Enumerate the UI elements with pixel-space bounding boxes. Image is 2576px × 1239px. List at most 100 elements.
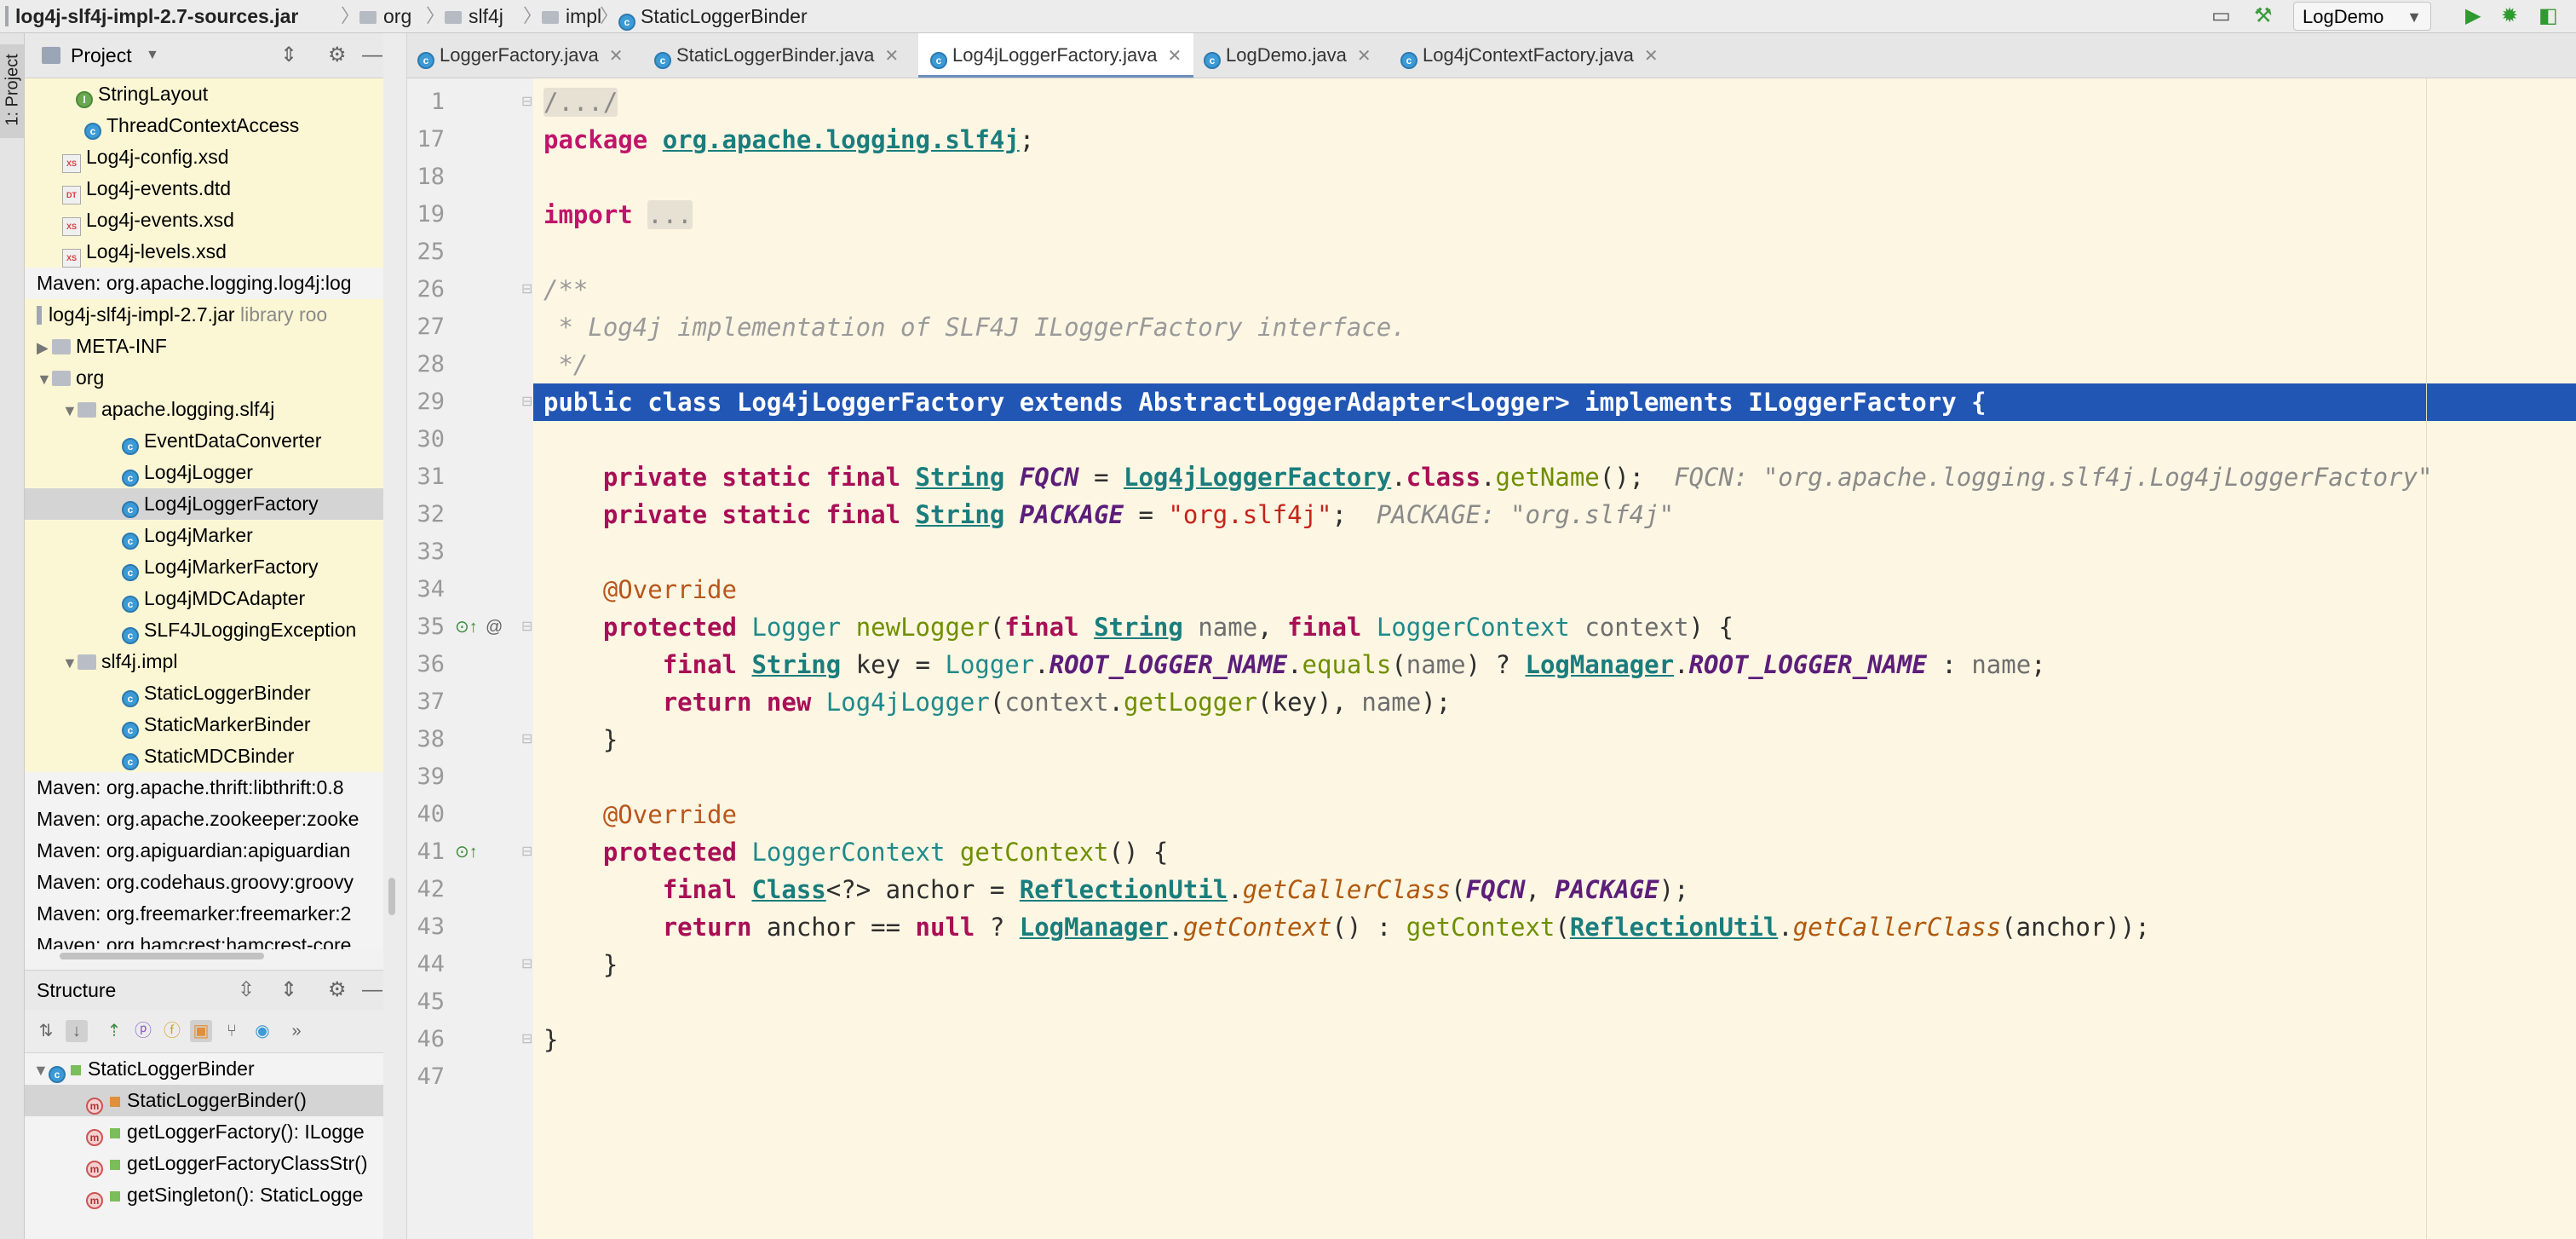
expand-arrow-icon[interactable]: ▶ [37,332,52,364]
coverage-icon[interactable]: ◧ [2539,3,2558,29]
collapse-arrow-icon[interactable]: ▼ [62,648,78,679]
more-icon[interactable]: » [285,1020,308,1042]
structure-item[interactable]: m getSingleton(): StaticLogge [25,1179,383,1211]
tree-item[interactable]: Maven: org.freemarker:freemarker:2 [25,898,383,930]
fold-icon[interactable]: ⊟ [521,721,532,758]
tree-item[interactable]: log4j-slf4j-impl-2.7.jar library roo [25,299,383,331]
structure-item-selected[interactable]: m StaticLoggerBinder() [25,1085,383,1116]
line-number: 26 [417,276,445,303]
structure-root[interactable]: ▼ c StaticLoggerBinder [25,1053,383,1085]
tree-item[interactable]: c StaticLoggerBinder [25,677,383,709]
tree-item[interactable]: Maven: org.hamcrest:hamcrest-core [25,930,383,949]
minimize-icon[interactable]: — [362,33,382,78]
tree-item[interactable]: Maven: org.apache.thrift:libthrift:0.8 [25,772,383,804]
tab-staticloggerbinder[interactable]: c StaticLoggerBinder.java ✕ [654,33,899,78]
tree-item[interactable]: c ThreadContextAccess [25,110,383,141]
close-icon[interactable]: ✕ [884,47,899,66]
folded-region[interactable]: /.../ [543,88,618,117]
tree-item[interactable]: ▶ META-INF [25,331,383,362]
tab-log4jloggerfactory[interactable]: c Log4jLoggerFactory.java ✕ [918,33,1194,78]
tree-item[interactable]: c Log4jLogger [25,457,383,488]
breadcrumb-class[interactable]: c StaticLoggerBinder [618,0,808,32]
gear-icon[interactable]: ⚙ [328,971,347,1010]
code-line: final Class<?> anchor = ReflectionUtil.g… [662,875,1689,904]
structure-item[interactable]: m getLoggerFactory(): ILogge [25,1116,383,1148]
run-icon[interactable]: ▶ [2465,3,2481,29]
overrides-method-icon[interactable]: ⊙↑ [455,833,478,871]
tree-item[interactable]: XS Log4j-events.xsd [25,205,383,236]
tree-item[interactable]: Maven: org.apache.zookeeper:zooke [25,804,383,835]
show-inherited-icon[interactable]: ⇡ [103,1020,125,1042]
tree-item[interactable]: c EventDataConverter [25,425,383,457]
project-panel-title[interactable]: Project [71,33,132,78]
vertical-scrollbar[interactable] [388,878,395,915]
collapse-arrow-icon[interactable]: ▼ [33,1055,49,1086]
tree-item[interactable]: c Log4jMarker [25,520,383,551]
fold-icon[interactable]: ⊟ [521,271,532,308]
tab-loggerfactory[interactable]: c LoggerFactory.java ✕ [417,33,623,78]
tab-log4jcontextfactory[interactable]: c Log4jContextFactory.java ✕ [1400,33,1659,78]
structure-panel-title[interactable]: Structure [37,971,116,1010]
tree-item[interactable]: c StaticMarkerBinder [25,709,383,741]
tree-item[interactable]: c Log4jMarkerFactory [25,551,383,583]
show-fields-icon[interactable]: ⓕ [161,1020,183,1042]
gear-icon[interactable]: ⚙ [328,33,347,78]
collapse-all-icon[interactable]: ⇕ [280,971,297,1010]
right-margin-guide [2426,78,2427,1239]
minimize-icon[interactable]: — [362,971,382,1010]
close-icon[interactable]: ✕ [609,47,624,66]
tree-item[interactable]: ▼ apache.logging.slf4j [25,394,383,425]
tree-item-selected[interactable]: c Log4jLoggerFactory [25,488,383,520]
tree-item[interactable]: ▼ org [25,362,383,394]
folded-region[interactable]: ... [647,200,693,229]
tree-item[interactable]: c SLF4JLoggingException [25,614,383,646]
tree-item[interactable]: Maven: org.apiguardian:apiguardian [25,835,383,867]
tree-item[interactable]: Maven: org.codehaus.groovy:groovy [25,867,383,898]
breadcrumb-org[interactable]: org [359,0,411,32]
show-anonymous-icon[interactable]: ⑂ [221,1020,243,1042]
fold-icon[interactable]: ⊟ [521,84,532,121]
tree-item[interactable]: DT Log4j-events.dtd [25,173,383,205]
project-tool-window-tab[interactable]: 1: Project [0,44,24,138]
horizontal-scrollbar[interactable] [60,953,264,960]
show-lambdas-icon[interactable]: ◉ [251,1020,273,1042]
panel-splitter[interactable] [383,33,407,1239]
code-line: /** [543,275,589,304]
chevron-down-icon[interactable]: ▼ [146,33,159,78]
tree-item[interactable]: ▼ slf4j.impl [25,646,383,677]
debug-bug-icon[interactable]: ✹ [2501,3,2518,29]
show-properties-icon[interactable]: ⓟ [132,1020,154,1042]
collapse-arrow-icon[interactable]: ▼ [62,395,78,427]
structure-item[interactable]: m getLoggerFactoryClassStr() [25,1148,383,1179]
breadcrumb-impl[interactable]: impl [542,0,601,32]
tree-item[interactable]: c Log4jMDCAdapter [25,583,383,614]
tree-item[interactable]: Maven: org.apache.logging.log4j:log [25,268,383,299]
fold-icon[interactable]: ⊟ [521,1021,532,1058]
breadcrumb-slf4j[interactable]: slf4j [445,0,503,32]
close-icon[interactable]: ✕ [1644,47,1659,66]
tree-item[interactable]: c StaticMDCBinder [25,741,383,772]
fold-icon[interactable]: ⊟ [521,383,532,421]
breadcrumb-jar[interactable]: log4j-slf4j-impl-2.7-sources.jar [5,0,298,32]
tree-item[interactable]: XS Log4j-levels.xsd [25,236,383,268]
expand-all-icon[interactable]: ⇳ [238,971,255,1010]
sort-alphabetically-icon[interactable]: ↓ [66,1020,88,1042]
close-icon[interactable]: ✕ [1357,47,1371,66]
tree-item[interactable]: I StringLayout [25,78,383,110]
overrides-method-icon[interactable]: ⊙↑ [455,608,478,646]
build-hammer-icon[interactable]: ⚒ [2254,3,2273,29]
show-non-public-icon[interactable]: ▣ [190,1020,212,1042]
close-icon[interactable]: ✕ [1168,47,1182,66]
fold-icon[interactable]: ⊟ [521,946,532,983]
fold-icon[interactable]: ⊟ [521,608,532,646]
fold-icon[interactable]: ⊟ [521,833,532,871]
sort-by-visibility-icon[interactable]: ⇅ [35,1020,57,1042]
line-number: 18 [417,164,445,190]
tab-logdemo[interactable]: c LogDemo.java ✕ [1204,33,1371,78]
class-icon: c [122,690,139,707]
collapse-arrow-icon[interactable]: ▼ [37,364,52,395]
project-structure-icon[interactable]: ▭ [2211,3,2231,29]
collapse-all-icon[interactable]: ⇕ [280,33,297,78]
run-configuration-select[interactable]: LogDemo ▼ [2293,2,2431,31]
tree-item[interactable]: XS Log4j-config.xsd [25,141,383,173]
